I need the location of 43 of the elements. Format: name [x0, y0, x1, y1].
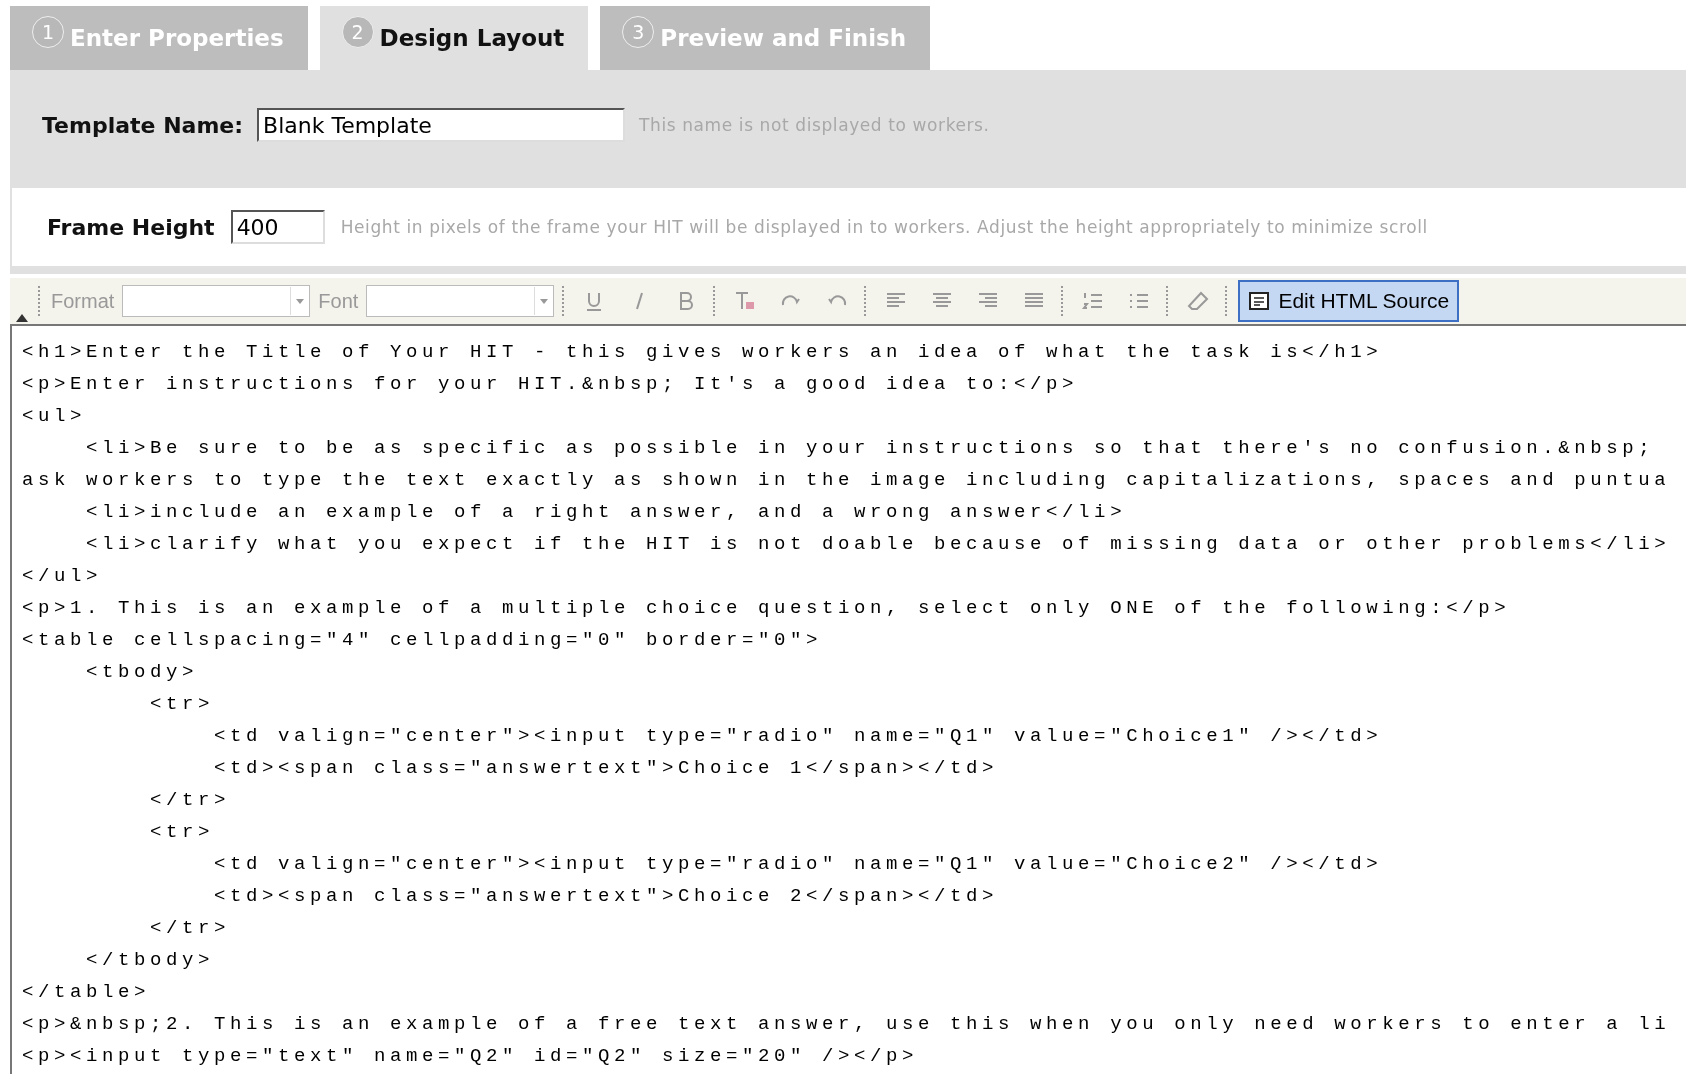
source-code-line: <p>&nbsp;2. This is an example of a free text answer, use this when you only need workers to enter a li — [22, 1012, 1672, 1037]
source-code-line: <p><input type="text" name="Q2" id="Q2" size="20" /></p> — [22, 1044, 920, 1069]
dropdown-label: Font — [318, 289, 359, 313]
tab-label: Enter Properties — [70, 25, 284, 51]
source-code-line: <li>Be sure to be as specific as possible in your instructions so that there's no confusion.&nbsp; — [85, 436, 1656, 461]
source-code-line: ask workers to type the text exactly as shown in the image including capitalizations, spaces and puntua — [22, 468, 1672, 493]
source-code-line: <table cellspacing="4" cellpadding="0" border="0"> — [22, 628, 824, 653]
source-code-line: <tr> — [149, 820, 216, 845]
source-code-line: </ul> — [22, 564, 103, 589]
source-code-line: <ul> — [22, 404, 87, 429]
template-name-hint: This name is not displayed to workers. — [639, 115, 990, 135]
step-number: 3 — [622, 16, 655, 48]
source-code-line: </tbody> — [85, 948, 216, 973]
dropdown-label: Format — [51, 289, 115, 313]
dropdown-field[interactable] — [366, 285, 555, 317]
source-code-line: <li>clarify what you expect if the HIT is not doable because of missing data or other problems</li> — [85, 532, 1672, 557]
source-code-line: </tr> — [149, 916, 232, 941]
template-name-label: Template Name: — [42, 112, 244, 138]
collapse-icon[interactable] — [16, 314, 28, 322]
dropdown-field[interactable] — [122, 285, 311, 317]
source-icon — [1248, 290, 1271, 312]
edit-html-source-button[interactable]: Edit HTML Source — [1238, 280, 1460, 322]
source-code-line: <td valign="center"><input type="radio" name="Q1" value="Choice1" /></td> — [213, 724, 1384, 749]
tab-label: Design Layout — [379, 25, 565, 51]
frame-height-hint: Height in pixels of the frame your HIT will be displayed in to workers. Adjust the height appropriately to minimize scroll — [340, 217, 1428, 237]
source-code-line: <td><span class="answertext">Choice 1</span></td> — [213, 756, 1000, 781]
source-code-line: </table> — [22, 980, 151, 1005]
frame-height-label: Frame Height — [47, 214, 215, 240]
step-number: 2 — [341, 16, 374, 48]
source-code-line: <h1>Enter the Title of Your HIT - this gives workers an idea of what the task is</h1> — [22, 340, 1384, 365]
source-code-line: <tr> — [149, 692, 216, 717]
source-code-line: <td><span class="answertext">Choice 2</span></td> — [213, 884, 1000, 909]
step-number: 1 — [32, 16, 64, 48]
source-code-line: </tr> — [149, 788, 232, 813]
template-name-field[interactable]: Blank Template — [257, 108, 626, 142]
tab-label: Preview and Finish — [660, 25, 907, 51]
source-code-line: <tbody> — [85, 660, 200, 685]
source-code-line: <td valign="center"><input type="radio" name="Q1" value="Choice2" /></td> — [213, 852, 1384, 877]
source-code-line: <li>include an example of a right answer, and a wrong answer</li> — [85, 500, 1128, 525]
source-code-line: <p>Enter instructions for your HIT.&nbsp; It's a good idea to:</p> — [22, 372, 1080, 397]
frame-height-field[interactable]: 400 — [230, 210, 325, 244]
wizard-tab[interactable]: 2 Design Layout — [319, 6, 589, 70]
source-code-line: <p>1. This is an example of a multiple choice question, select only ONE of the following:</p> — [22, 596, 1512, 621]
